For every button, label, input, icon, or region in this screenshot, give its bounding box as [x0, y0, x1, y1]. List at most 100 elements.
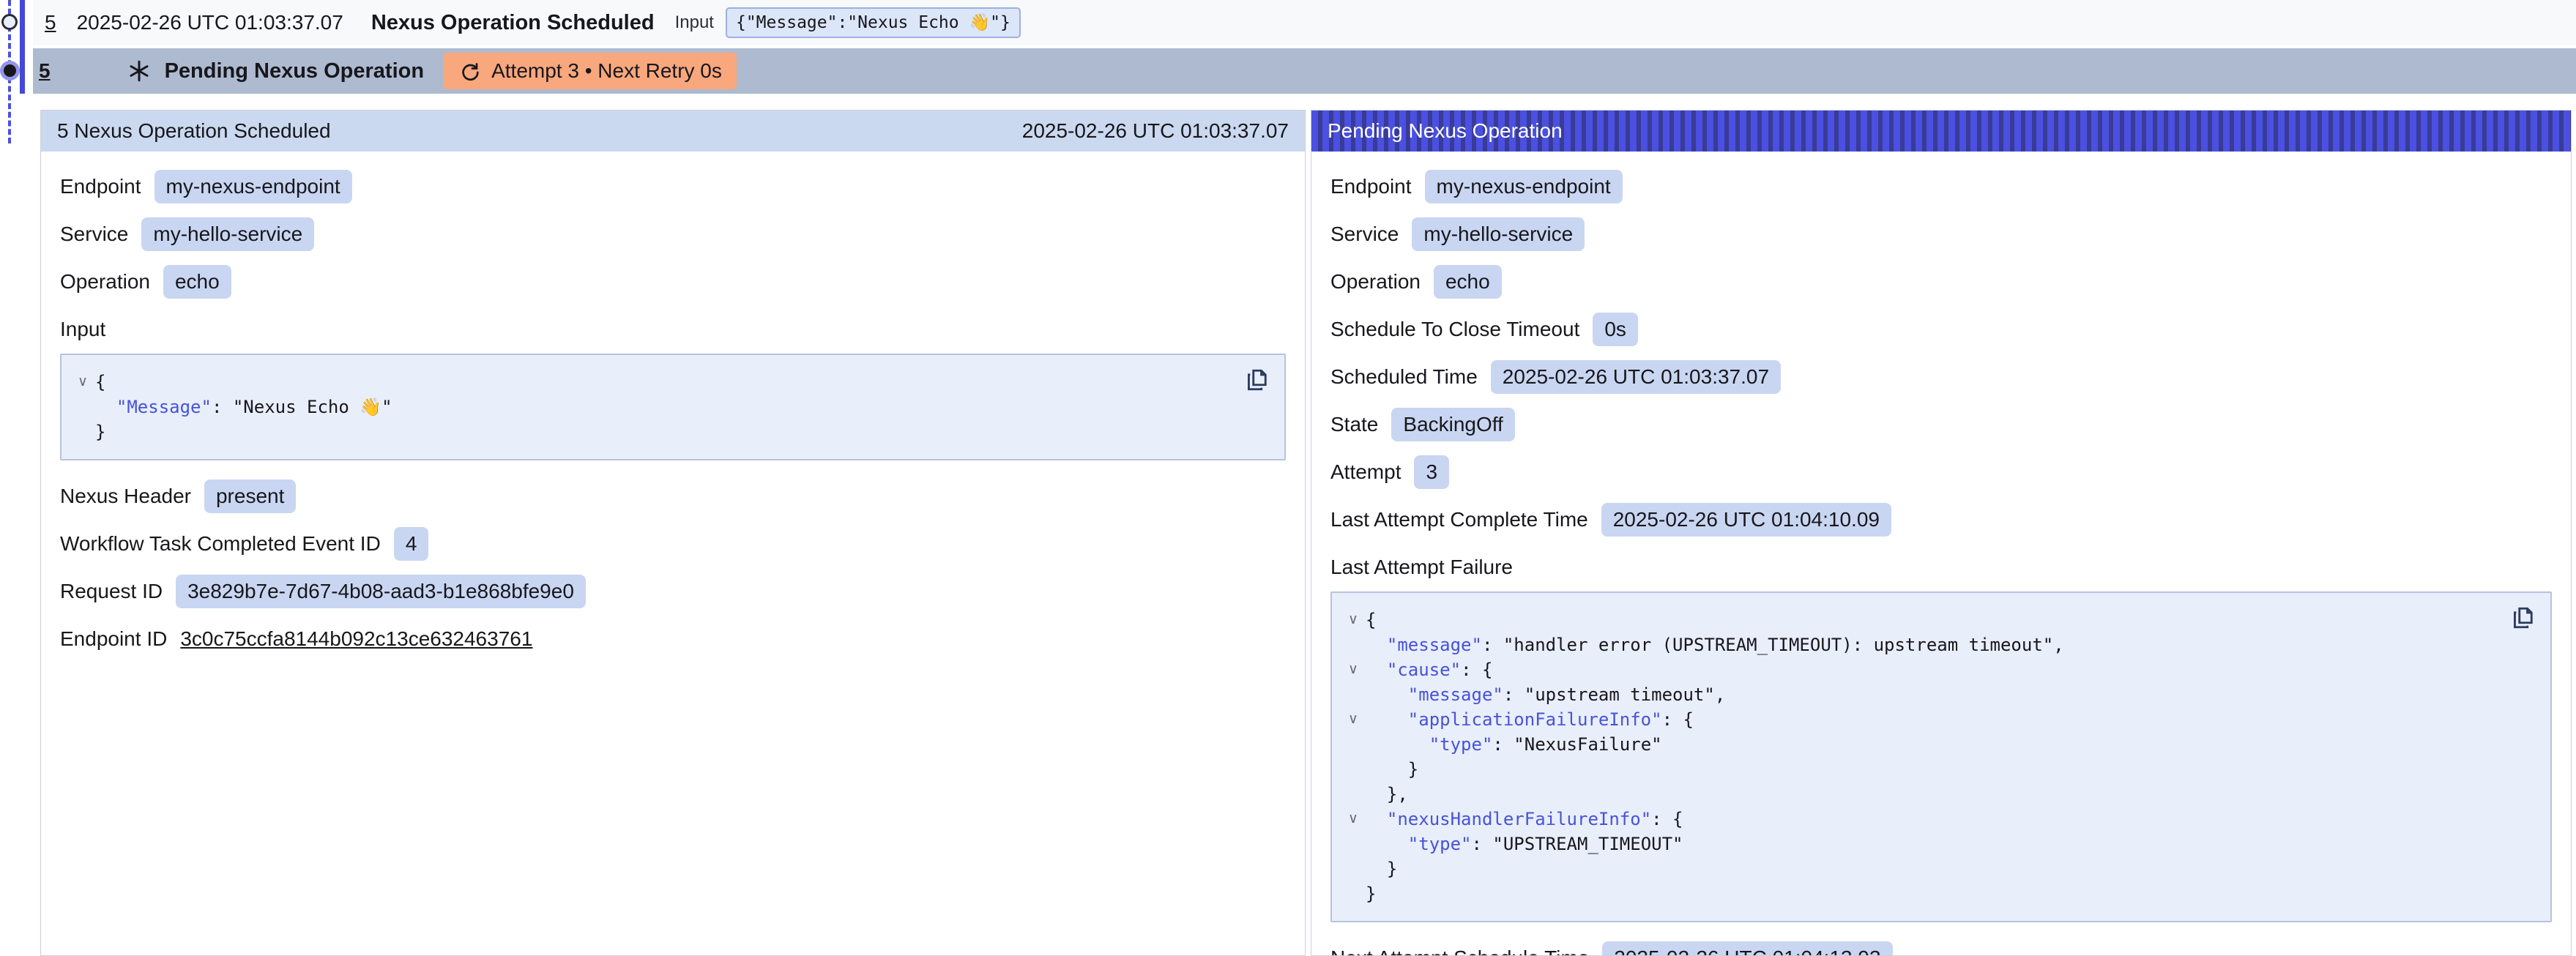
field-label: Endpoint [1330, 175, 1412, 198]
field-value-badge: echo [1434, 265, 1502, 299]
chevron-down-icon[interactable]: ∨ [1348, 657, 1358, 682]
copy-button[interactable] [2508, 603, 2539, 634]
chevron-down-icon[interactable]: ∨ [1348, 608, 1358, 632]
code-line-text: }, [1366, 782, 1408, 807]
code-line-text: "message": "upstream timeout", [1366, 682, 1725, 707]
field-label: Operation [60, 270, 150, 294]
event-id-link[interactable]: 5 [39, 59, 51, 83]
history-row-scheduled[interactable]: 5 2025-02-26 UTC 01:03:37.07 Nexus Opera… [33, 0, 2576, 45]
field-value-badge: 0s [1593, 313, 1638, 346]
field-service: Service my-hello-service [1330, 217, 2552, 251]
field-value-badge: my-hello-service [141, 217, 314, 251]
scheduled-panel-body: Endpoint my-nexus-endpoint Servicemy-hello… [41, 152, 1305, 684]
code-line: ∨ "cause": { [1341, 657, 2506, 682]
field-label: Attempt [1330, 460, 1401, 484]
code-line-text: "cause": { [1366, 657, 1492, 682]
code-gutter [1341, 832, 1366, 856]
code-line-text: "applicationFailureInfo": { [1366, 707, 1694, 732]
field-value-badge: 2025-02-26 UTC 01:04:13.93 [1602, 941, 1892, 956]
code-gutter: ∨ [1341, 608, 1366, 632]
code-gutter: ∨ [1341, 807, 1366, 832]
copy-button[interactable] [1242, 365, 1273, 396]
event-title: Pending Nexus Operation [165, 59, 425, 83]
code-gutter [70, 419, 95, 444]
field-endpoint: Endpoint my-nexus-endpoint [60, 170, 1286, 203]
chevron-down-icon[interactable]: ∨ [1348, 807, 1358, 832]
event-title: Nexus Operation Scheduled [371, 11, 655, 35]
field-service: Servicemy-hello-service [60, 217, 1286, 251]
field-value-badge: my-nexus-endpoint [155, 170, 352, 203]
field-attempt: Attempt 3 [1330, 455, 2552, 489]
field-value-badge: 3e829b7e-7d67-4b08-aad3-b1e868bfe9e0 [176, 575, 586, 608]
asterisk-icon [127, 59, 152, 83]
payload-json-viewer: ∨{ "Message": "Nexus Echo 👋"} [60, 354, 1286, 460]
event-input-label: Input [675, 12, 714, 33]
code-line-text: } [1366, 856, 1397, 881]
code-gutter: ∨ [1341, 707, 1366, 732]
field-label: Nexus Header [60, 485, 191, 508]
field-label: Scheduled Time [1330, 365, 1478, 389]
event-input-chip: {"Message":"Nexus Echo 👋"} [726, 7, 1021, 38]
field-value-badge: my-hello-service [1412, 217, 1585, 251]
pending-operation-panel: Pending Nexus Operation Endpointmy-nexus… [1311, 110, 2572, 956]
event-detail-panels: 5 Nexus Operation Scheduled 2025-02-26 U… [40, 110, 2572, 956]
field-label: Operation [1330, 270, 1421, 294]
code-line-text: } [1366, 757, 1418, 782]
field-value-badge: my-nexus-endpoint [1425, 170, 1623, 203]
field-workflow-task-completed-event-id: Workflow Task Completed Event ID4 [60, 527, 1286, 561]
code-gutter [1341, 682, 1366, 707]
code-gutter [1341, 632, 1366, 657]
code-gutter [1341, 856, 1366, 881]
field-label: Request ID [60, 580, 163, 603]
code-line: ∨ "nexusHandlerFailureInfo": { [1341, 807, 2506, 832]
code-line-text: "Message": "Nexus Echo 👋" [95, 395, 392, 419]
event-timestamp: 2025-02-26 UTC 01:03:37.07 [77, 11, 343, 34]
field-value-link[interactable]: 3c0c75ccfa8144b092c13ce632463761 [180, 627, 532, 651]
code-gutter: ∨ [70, 370, 95, 395]
code-line-text: "type": "UPSTREAM_TIMEOUT" [1366, 832, 1683, 856]
scheduled-panel-header: 5 Nexus Operation Scheduled 2025-02-26 U… [41, 111, 1305, 152]
field-value-badge: 2025-02-26 UTC 01:03:37.07 [1491, 360, 1781, 394]
retry-badge-label: Attempt 3 • Next Retry 0s [491, 59, 722, 83]
field-scheduled-time: Scheduled Time 2025-02-26 UTC 01:03:37.07 [1330, 360, 2552, 394]
code-line-text: "message": "handler error (UPSTREAM_TIME… [1366, 632, 2064, 657]
field-label: Service [1330, 223, 1399, 246]
history-row-pending[interactable]: 5 Pending Nexus Operation Attempt 3 • Ne… [33, 48, 2576, 94]
code-line: "type": "NexusFailure" [1341, 732, 2506, 757]
panel-title: 5 Nexus Operation Scheduled [57, 119, 331, 143]
panel-timestamp: 2025-02-26 UTC 01:03:37.07 [1022, 119, 1289, 143]
retry-attempt-badge: Attempt 3 • Next Retry 0s [443, 53, 737, 89]
event-id-link[interactable]: 5 [45, 11, 56, 34]
code-line-text: "nexusHandlerFailureInfo": { [1366, 807, 1683, 832]
field-label: Next Attempt Schedule Time [1330, 946, 1589, 956]
field-value-badge: 3 [1414, 455, 1449, 489]
code-line: ∨{ [1341, 608, 2506, 632]
field-input: Input [60, 313, 1286, 346]
code-line: } [1341, 757, 2506, 782]
code-gutter [1341, 881, 1366, 906]
payload-json-viewer: ∨{ "message": "handler error (UPSTREAM_T… [1330, 591, 2552, 922]
code-gutter [70, 395, 95, 419]
field-operation: Operationecho [60, 265, 1286, 299]
code-gutter [1341, 732, 1366, 757]
field-last-attempt-complete-time: Last Attempt Complete Time2025-02-26 UTC… [1330, 503, 2552, 537]
field-last-attempt-failure: Last Attempt Failure [1330, 550, 2552, 584]
code-line-text: { [1366, 608, 1376, 632]
pending-panel-body: Endpoint my-nexus-endpoint Service my-hello… [1311, 152, 2571, 956]
scheduled-event-panel: 5 Nexus Operation Scheduled 2025-02-26 U… [40, 110, 1306, 956]
code-line: } [1341, 856, 2506, 881]
chevron-down-icon[interactable]: ∨ [1348, 707, 1358, 732]
field-request-id: Request ID 3e829b7e-7d67-4b08-aad3-b1e868… [60, 575, 1286, 608]
chevron-down-icon[interactable]: ∨ [78, 370, 88, 395]
field-value-badge: present [204, 479, 296, 513]
field-label: Endpoint [60, 175, 141, 198]
code-line-text: } [95, 419, 105, 444]
code-gutter [1341, 782, 1366, 807]
code-line: } [70, 419, 1240, 444]
code-line: } [1341, 881, 2506, 906]
field-value-badge: 2025-02-26 UTC 01:04:10.09 [1601, 503, 1891, 537]
field-schedule-to-close-timeout: Schedule To Close Timeout0s [1330, 313, 2552, 346]
field-label: Endpoint ID [60, 627, 167, 651]
field-endpoint: Endpoint my-nexus-endpoint [1330, 170, 2552, 203]
filled-dot-icon [4, 64, 16, 77]
